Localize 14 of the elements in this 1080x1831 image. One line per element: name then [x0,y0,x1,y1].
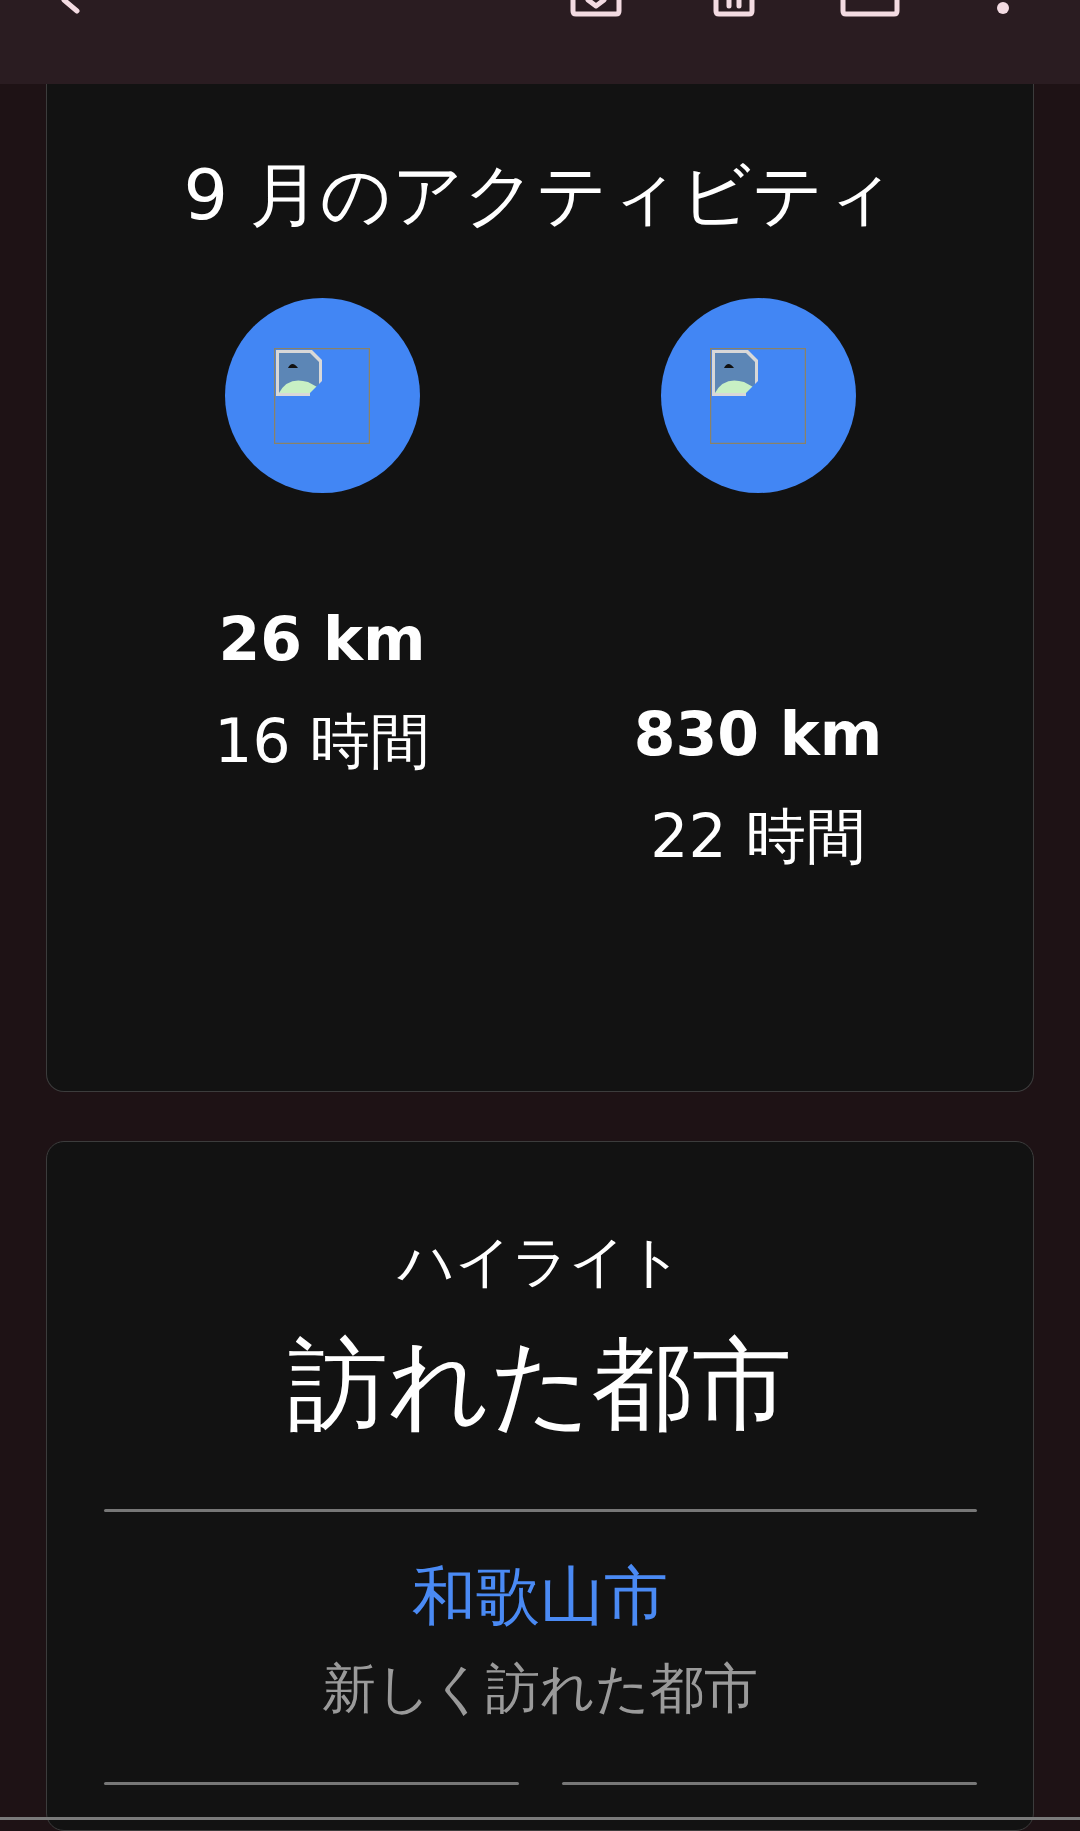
download-icon[interactable] [570,0,622,17]
duration-text: 22 時間 [650,800,866,873]
city-link[interactable]: 和歌山市 [412,1556,668,1636]
highlight-label: ハイライト [397,1228,683,1296]
broken-image-icon [274,347,370,444]
city-caption: 新しく訪れた都市 [322,1656,758,1722]
card-title: 9 月のアクティビティ [182,153,898,238]
broken-image-icon [710,347,806,444]
highlight-title: 訪れた都市 [288,1325,792,1445]
distance-text: 830 km [633,698,883,771]
more-icon[interactable] [996,1,1010,15]
distance-text: 26 km [218,603,426,676]
window-icon[interactable] [840,0,900,17]
duration-text: 16 時間 [214,705,430,778]
